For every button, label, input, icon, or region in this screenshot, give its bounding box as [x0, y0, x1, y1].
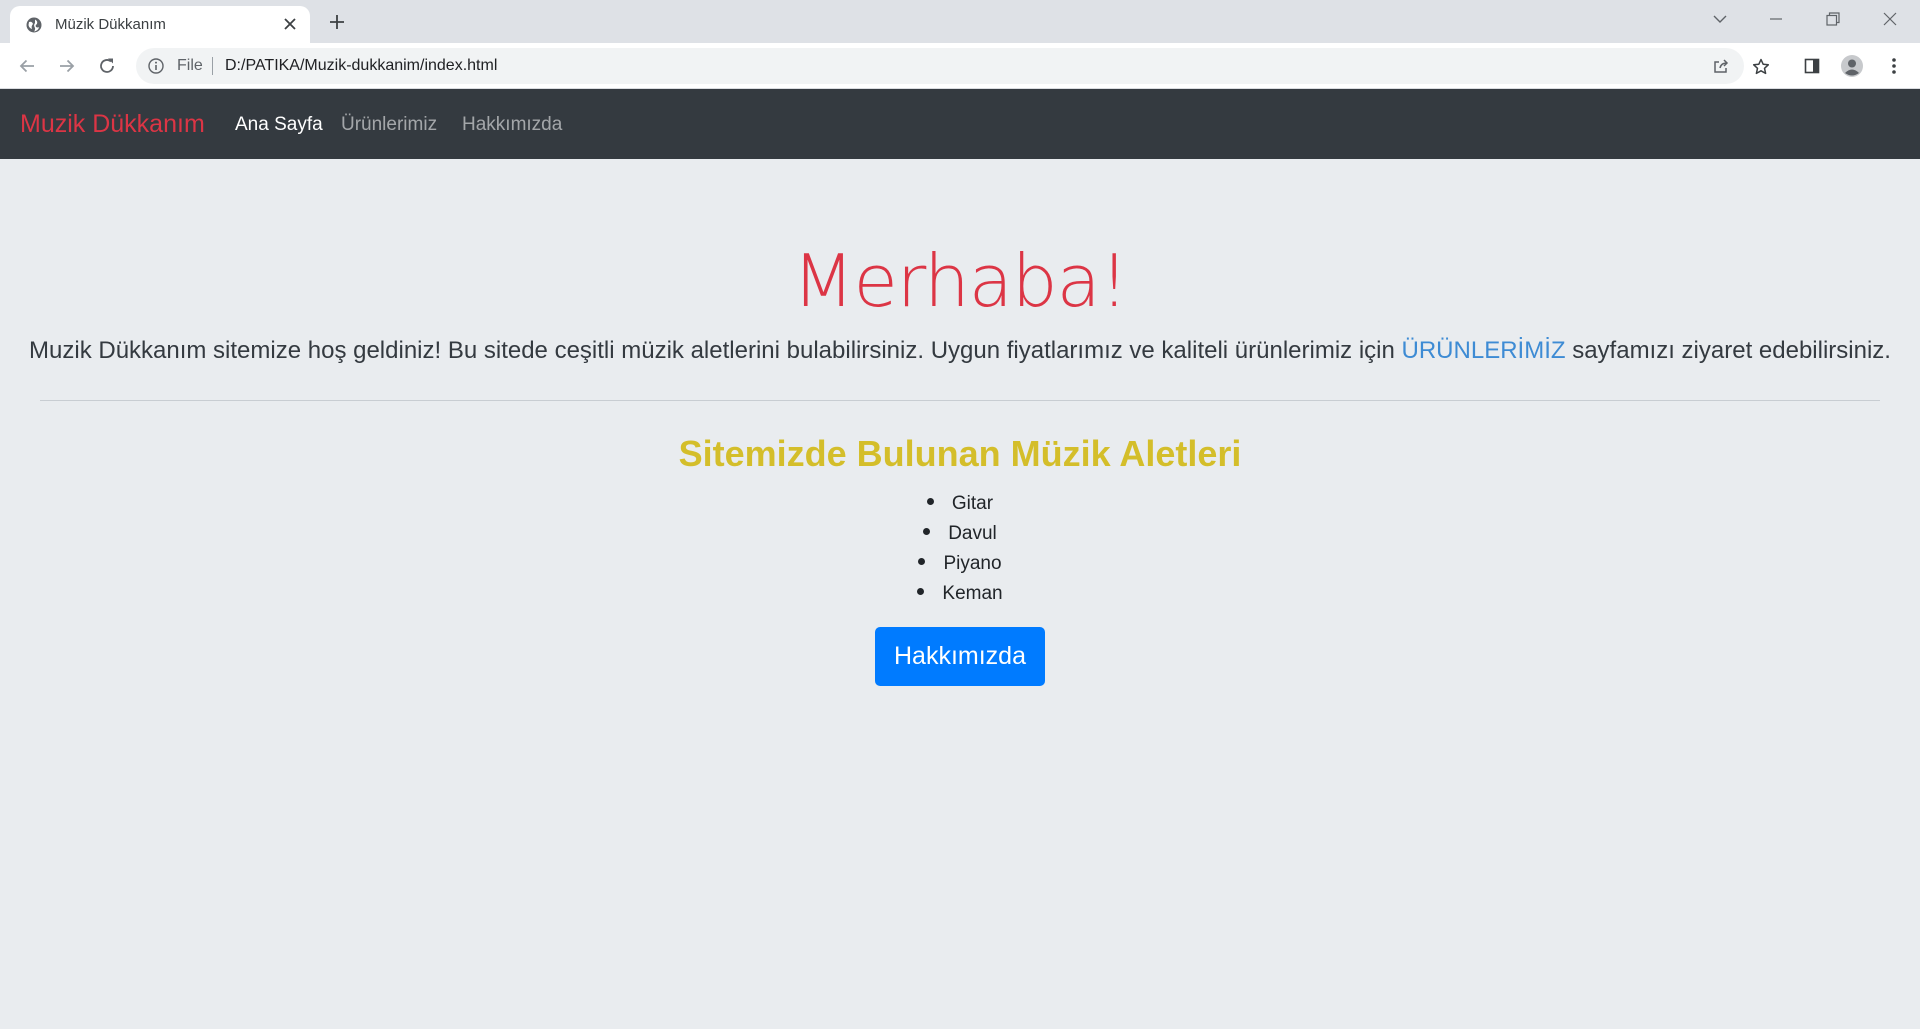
side-panel-icon[interactable] [1800, 54, 1824, 78]
nav-link-about[interactable]: Hakkımızda [462, 114, 562, 136]
bullet-icon [918, 558, 926, 566]
instrument-name: Davul [948, 523, 997, 544]
site-brand-link[interactable]: Muzik Dükkanım [20, 110, 205, 139]
reload-icon[interactable] [93, 52, 121, 80]
instrument-name: Keman [942, 583, 1003, 604]
list-item: Davul [0, 519, 1920, 549]
nav-link-home[interactable]: Ana Sayfa [235, 114, 323, 136]
horizontal-divider [40, 400, 1880, 401]
instrument-name: Gitar [951, 493, 994, 514]
site-navbar: Muzik Dükkanım Ana Sayfa Ürünlerimiz Hak… [0, 89, 1920, 159]
new-tab-icon[interactable] [325, 10, 349, 34]
globe-icon [26, 17, 42, 33]
bullet-icon [926, 498, 934, 506]
nav-link-products[interactable]: Ürünlerimiz [341, 114, 437, 136]
forward-arrow-icon[interactable] [53, 52, 81, 80]
list-item: Keman [0, 579, 1920, 609]
kebab-menu-icon[interactable] [1882, 54, 1906, 78]
tab-title: Müzik Dükkanım [55, 16, 166, 33]
hero-lead-text: Muzik Dükkanım sitemize hoş geldiniz! Bu… [0, 337, 1920, 366]
url-text[interactable]: D:/PATIKA/Muzik-dukkanim/index.html [225, 57, 497, 75]
instrument-name: Piyano [943, 553, 1002, 574]
bullet-icon [923, 528, 931, 536]
browser-tab-strip: Müzik Dükkanım [0, 0, 1920, 43]
about-us-button[interactable]: Hakkımızda [875, 627, 1045, 686]
restore-icon[interactable] [1818, 8, 1848, 30]
lead-text-after: sayfamızı ziyaret edebilirsiniz. [1565, 337, 1891, 364]
browser-toolbar: File D:/PATIKA/Muzik-dukkanim/index.html [0, 43, 1920, 89]
share-icon[interactable] [1711, 56, 1731, 76]
browser-tab[interactable]: Müzik Dükkanım [10, 6, 310, 43]
instrument-list: Gitar Davul Piyano Keman [0, 489, 1920, 609]
back-arrow-icon[interactable] [13, 52, 41, 80]
list-item: Piyano [0, 549, 1920, 579]
chevron-down-icon[interactable] [1705, 8, 1735, 30]
close-icon[interactable] [280, 14, 300, 34]
hero-title: Merhaba! [792, 239, 1128, 323]
lead-text-before: Muzik Dükkanım sitemize hoş geldiniz! Bu… [29, 337, 1402, 364]
url-separator [212, 57, 213, 75]
instruments-section-title: Sitemizde Bulunan Müzik Aletleri [678, 433, 1242, 474]
window-close-icon[interactable] [1875, 8, 1905, 30]
address-bar[interactable]: File D:/PATIKA/Muzik-dukkanim/index.html [136, 48, 1744, 84]
bookmark-star-icon[interactable] [1751, 57, 1771, 77]
bullet-icon [917, 588, 925, 596]
list-item: Gitar [0, 489, 1920, 519]
profile-avatar-icon[interactable] [1840, 54, 1864, 78]
products-inline-link[interactable]: ÜRÜNLERİMİZ [1402, 337, 1566, 364]
info-icon[interactable] [148, 58, 164, 74]
url-scheme-label: File [177, 57, 203, 74]
minimize-icon[interactable] [1761, 8, 1791, 30]
